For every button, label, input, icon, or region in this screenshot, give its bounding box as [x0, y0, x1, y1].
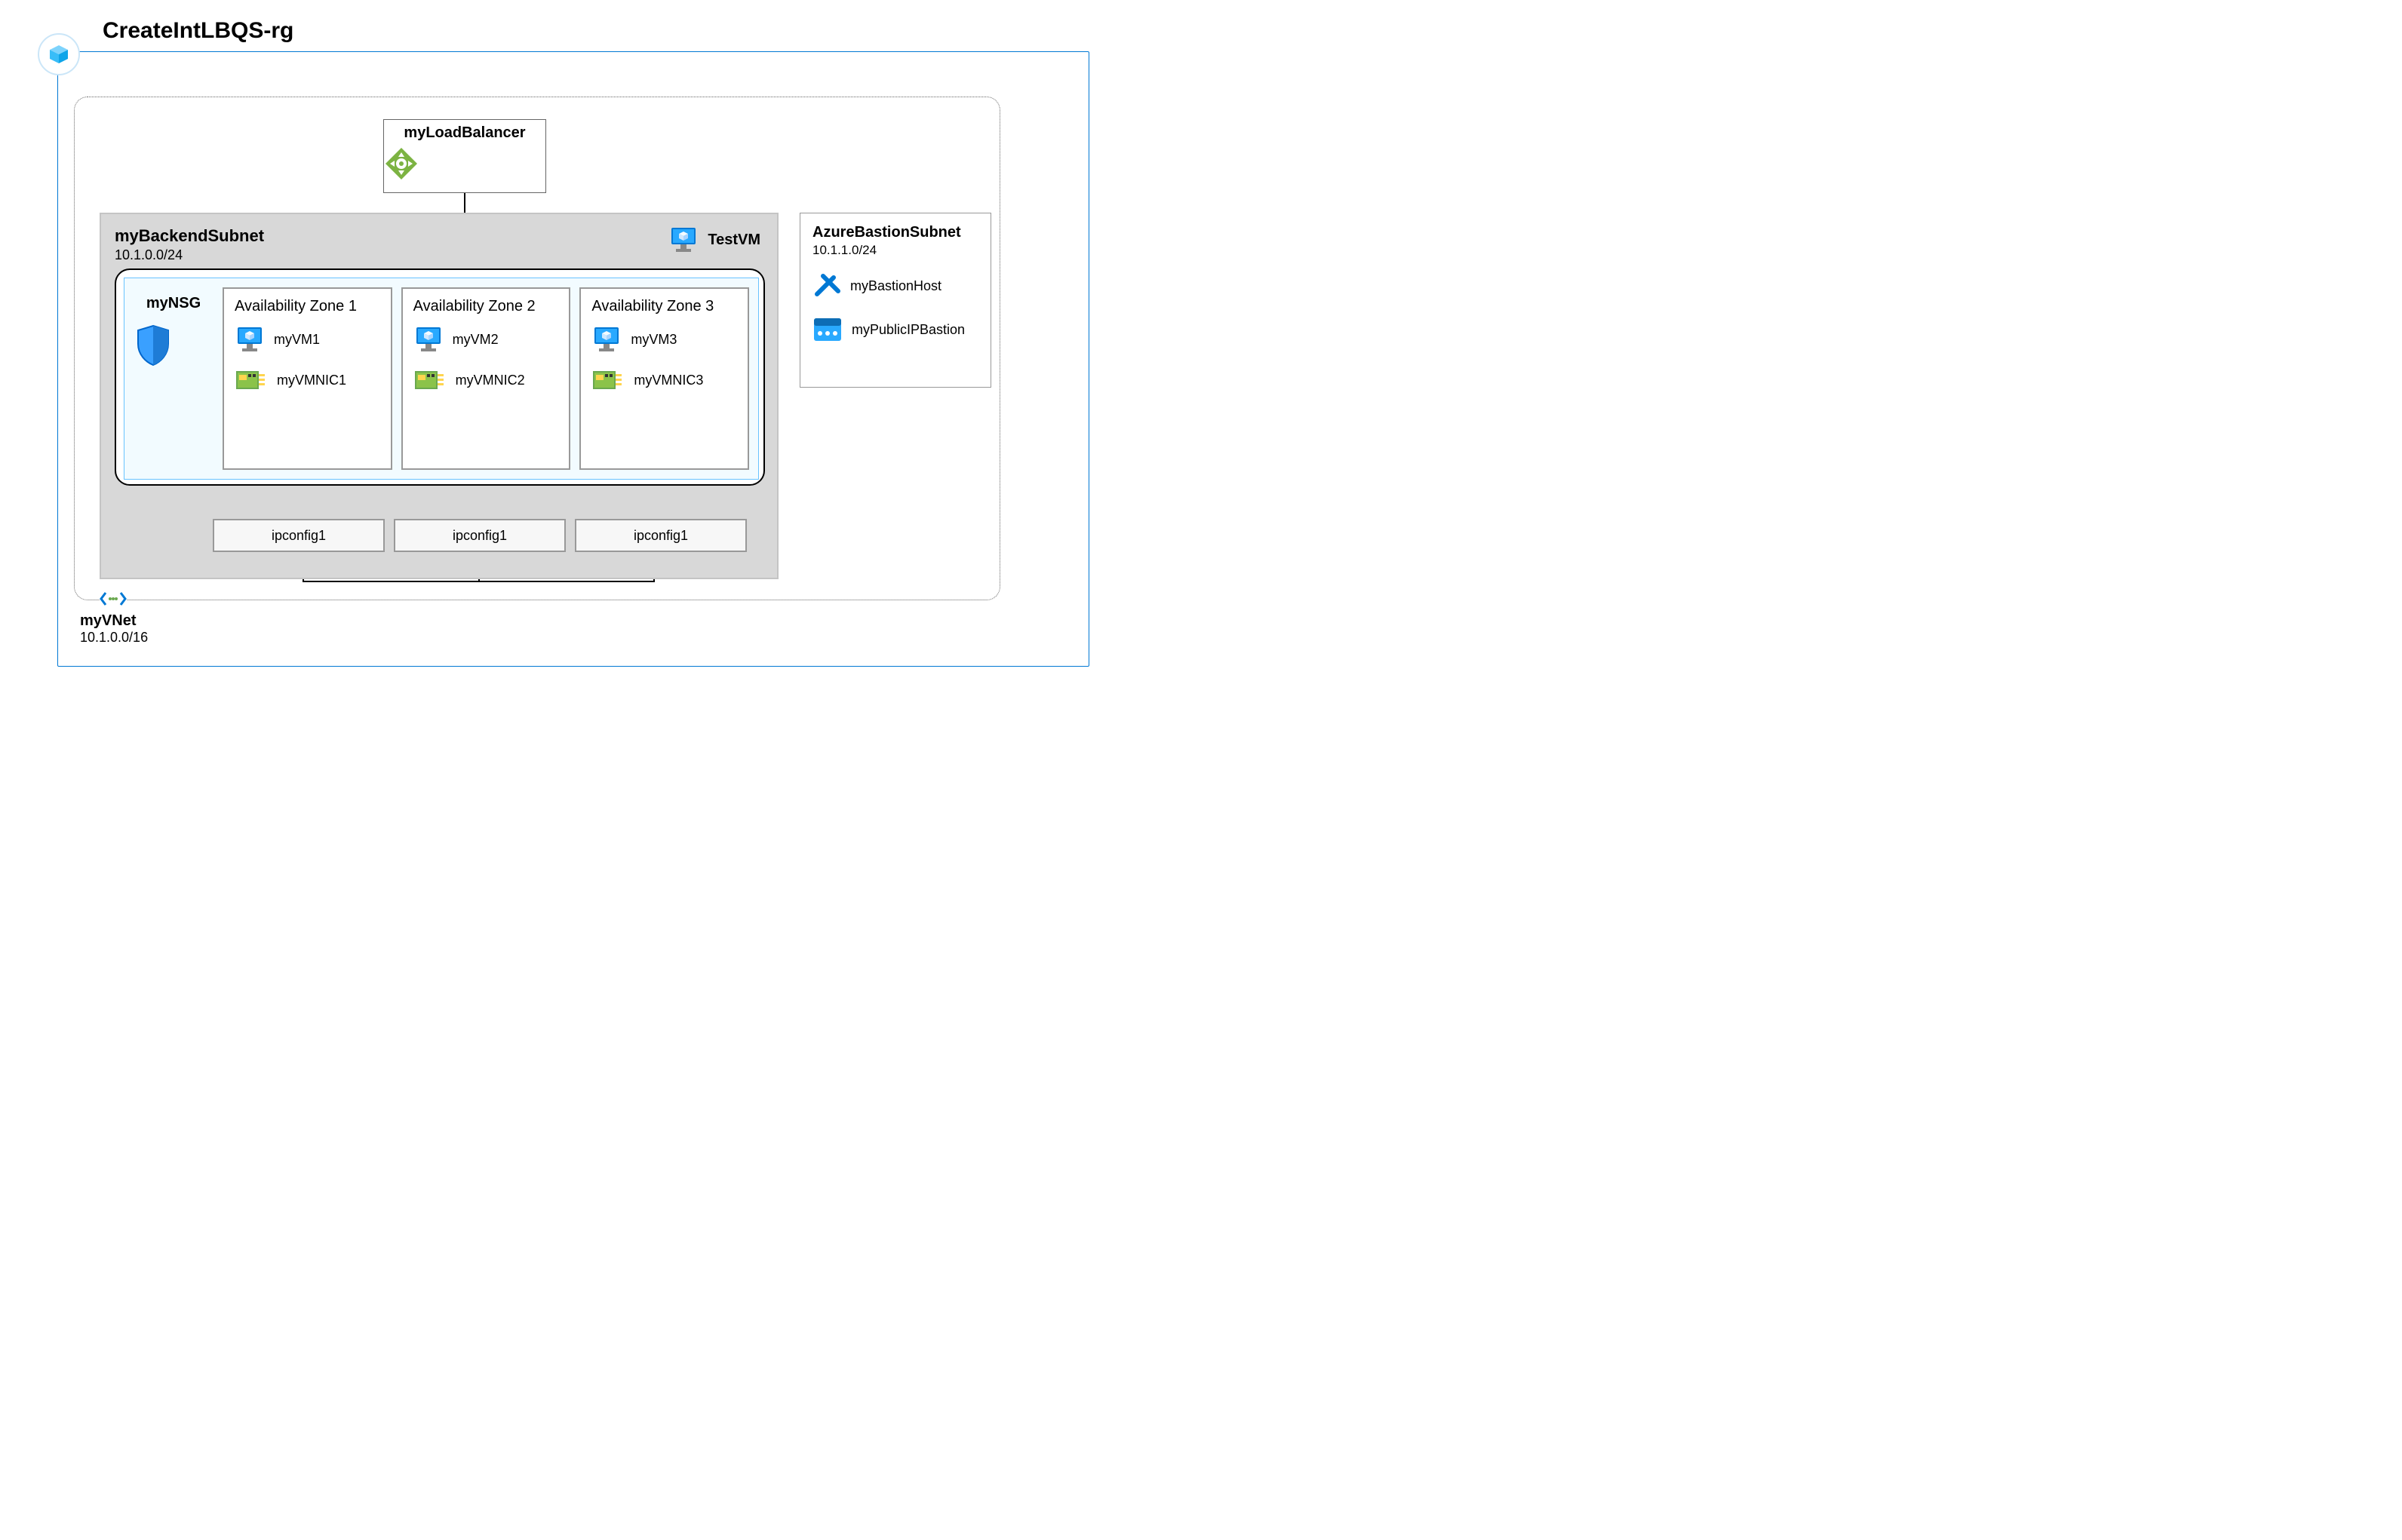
- bastion-host: myBastionHost: [812, 271, 978, 300]
- availability-zones: Availability Zone 1: [223, 278, 758, 479]
- vnet-name: myVNet: [80, 612, 148, 630]
- nsg-area: myNSG Availability Zone 1: [115, 268, 765, 486]
- resource-group-icon: [38, 33, 80, 75]
- bastion-host-label: myBastionHost: [850, 278, 941, 294]
- bastion-icon: [812, 271, 841, 300]
- az3-vm: myVM3: [591, 326, 737, 353]
- ipconfig-2: ipconfig1: [394, 519, 566, 552]
- bastion-subnet-box: AzureBastionSubnet 10.1.1.0/24 myBastion…: [800, 213, 991, 388]
- az3-vm-label: myVM3: [631, 332, 677, 348]
- backend-subnet-cidr: 10.1.0.0/24: [115, 247, 763, 263]
- resource-group-title: CreateIntLBQS-rg: [103, 18, 293, 44]
- availability-zone-2: Availability Zone 2: [401, 287, 571, 470]
- az3-nic-label: myVMNIC3: [634, 373, 703, 388]
- diagram-canvas: CreateIntLBQS-rg myVNet 10.1.0.0/16 myLo…: [15, 15, 1101, 709]
- availability-zone-3: Availability Zone 3: [579, 287, 749, 470]
- nsg-label-block: myNSG: [124, 278, 223, 479]
- public-ip-icon: [812, 317, 843, 342]
- nic-icon: [413, 367, 447, 394]
- bastion-subnet-name: AzureBastionSubnet: [812, 224, 978, 241]
- vnet-label: myVNet 10.1.0.0/16: [80, 612, 148, 646]
- az2-vm-label: myVM2: [453, 332, 499, 348]
- vnet-icon: [100, 588, 127, 609]
- nic-icon: [235, 367, 268, 394]
- az2-nic-label: myVMNIC2: [456, 373, 525, 388]
- backend-subnet-name: myBackendSubnet: [115, 226, 763, 246]
- shield-icon: [135, 324, 212, 367]
- connector-horizontal: [303, 581, 655, 582]
- load-balancer-icon: [384, 146, 545, 181]
- az1-vm-label: myVM1: [274, 332, 320, 348]
- ipconfig-3: ipconfig1: [575, 519, 747, 552]
- az2-vm: myVM2: [413, 326, 559, 353]
- bastion-public-ip: myPublicIPBastion: [812, 317, 978, 342]
- az1-vm: myVM1: [235, 326, 380, 353]
- backend-subnet-box: myBackendSubnet 10.1.0.0/24 TestVM myN: [100, 213, 779, 579]
- load-balancer-label: myLoadBalancer: [384, 124, 545, 142]
- test-vm-label: TestVM: [708, 232, 760, 249]
- ipconfig-row: ipconfig1 ipconfig1 ipconfig1: [213, 519, 747, 552]
- az3-title: Availability Zone 3: [591, 298, 737, 315]
- load-balancer-box: myLoadBalancer: [383, 119, 546, 193]
- vm-icon: [235, 326, 265, 353]
- az1-nic-label: myVMNIC1: [277, 373, 346, 388]
- bastion-public-ip-label: myPublicIPBastion: [852, 322, 965, 338]
- nsg-name: myNSG: [135, 295, 212, 312]
- nic-icon: [591, 367, 625, 394]
- test-vm: TestVM: [668, 226, 760, 253]
- vnet-cidr: 10.1.0.0/16: [80, 630, 148, 646]
- az2-nic: myVMNIC2: [413, 367, 559, 394]
- vm-icon: [668, 226, 699, 253]
- bastion-subnet-cidr: 10.1.1.0/24: [812, 243, 978, 258]
- nsg-inner: myNSG Availability Zone 1: [124, 278, 759, 480]
- vm-icon: [591, 326, 622, 353]
- az2-title: Availability Zone 2: [413, 298, 559, 315]
- vm-icon: [413, 326, 444, 353]
- ipconfig-1: ipconfig1: [213, 519, 385, 552]
- az1-nic: myVMNIC1: [235, 367, 380, 394]
- az1-title: Availability Zone 1: [235, 298, 380, 315]
- az3-nic: myVMNIC3: [591, 367, 737, 394]
- availability-zone-1: Availability Zone 1: [223, 287, 392, 470]
